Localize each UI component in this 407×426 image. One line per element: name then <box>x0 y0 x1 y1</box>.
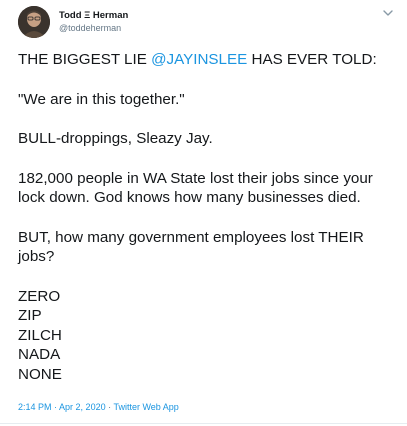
tweet-time: 2:14 PM <box>18 402 52 412</box>
tweet-line-retort: BULL-droppings, Sleazy Jay. <box>18 130 213 147</box>
tweet-line-quote: "We are in this together." <box>18 90 185 108</box>
tweet-card: Todd Ξ Herman @toddeherman THE BIGGEST L… <box>0 0 407 426</box>
author-handle[interactable]: @toddeherman <box>59 22 128 34</box>
chevron-down-icon[interactable] <box>382 8 394 18</box>
tweet-list-item: ZIP <box>18 307 42 324</box>
tweet-line-jobs-1: 182,000 people in WA State lost their jo… <box>18 169 373 187</box>
meta-separator: · <box>51 402 60 412</box>
tweet-line-headline: THE BIGGEST LIE @JAYINSLEE HAS EVER TOLD… <box>18 50 393 70</box>
tweet-text: THE BIGGEST LIE @JAYINSLEE HAS EVER TOLD… <box>18 50 393 384</box>
tweet-meta: 2:14 PM · Apr 2, 2020 · Twitter Web App <box>18 402 179 412</box>
avatar-photo-icon <box>18 6 50 38</box>
tweet-header: Todd Ξ Herman @toddeherman <box>18 6 398 40</box>
tweet-line-question-2: jobs? <box>18 248 55 265</box>
mention-link[interactable]: @JAYINSLEE <box>151 51 247 68</box>
tweet-timestamp-link[interactable]: 2:14 PM · Apr 2, 2020 <box>18 402 106 412</box>
avatar[interactable] <box>18 6 50 38</box>
tweet-list-item: NADA <box>18 346 61 363</box>
tweet-source-link[interactable]: Twitter Web App <box>113 402 178 412</box>
tweet-list-item: ZILCH <box>18 326 62 344</box>
divider <box>0 423 407 424</box>
author-block: Todd Ξ Herman @toddeherman <box>59 10 128 34</box>
tweet-line-jobs-2: lock down. God knows how many businesses… <box>18 189 361 206</box>
tweet-date: Apr 2, 2020 <box>59 402 106 412</box>
tweet-list-item: NONE <box>18 365 62 383</box>
headline-suffix: HAS EVER TOLD: <box>247 51 377 68</box>
author-display-name[interactable]: Todd Ξ Herman <box>59 10 128 22</box>
tweet-list-item: ZERO <box>18 287 61 305</box>
tweet-line-question-1: BUT, how many government employees lost … <box>18 228 364 246</box>
headline-prefix: THE BIGGEST LIE <box>18 51 152 68</box>
